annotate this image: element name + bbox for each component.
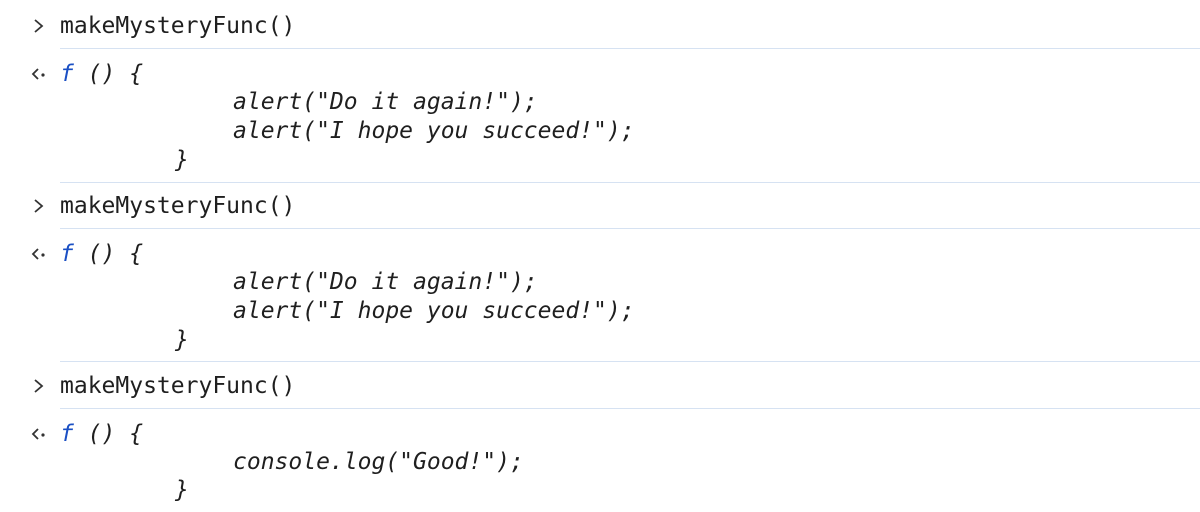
divider	[60, 48, 1200, 49]
devtools-console: makeMysteryFunc() f () { alert("Do it ag…	[0, 0, 1200, 512]
closing-brace: }	[175, 147, 189, 173]
divider	[60, 228, 1200, 229]
function-keyword: f	[60, 421, 74, 447]
closing-brace: }	[175, 477, 189, 503]
function-signature: () {	[73, 241, 144, 267]
console-output-function[interactable]: f () {	[60, 420, 143, 448]
code-line: alert("Do it again!");	[233, 269, 538, 295]
code-line: console.log("Good!");	[233, 449, 524, 475]
chevron-right-icon	[30, 192, 48, 220]
divider	[60, 182, 1200, 183]
return-arrow-icon	[28, 240, 50, 268]
code-line: alert("I hope you succeed!");	[233, 298, 635, 324]
chevron-right-icon	[30, 372, 48, 400]
closing-brace: }	[175, 327, 189, 353]
console-output-function[interactable]: f () {	[60, 240, 143, 268]
return-arrow-icon	[28, 60, 50, 88]
console-input[interactable]: makeMysteryFunc()	[60, 192, 295, 220]
code-line: alert("Do it again!");	[233, 89, 538, 115]
function-keyword: f	[60, 241, 74, 267]
function-signature: () {	[73, 61, 144, 87]
chevron-right-icon	[30, 12, 48, 40]
code-line: alert("I hope you succeed!");	[233, 118, 635, 144]
divider	[60, 408, 1200, 409]
return-arrow-icon	[28, 420, 50, 448]
console-input[interactable]: makeMysteryFunc()	[60, 12, 295, 40]
divider	[60, 361, 1200, 362]
console-input[interactable]: makeMysteryFunc()	[60, 372, 295, 400]
console-output-function[interactable]: f () {	[60, 60, 143, 88]
function-signature: () {	[73, 421, 144, 447]
function-keyword: f	[60, 61, 74, 87]
